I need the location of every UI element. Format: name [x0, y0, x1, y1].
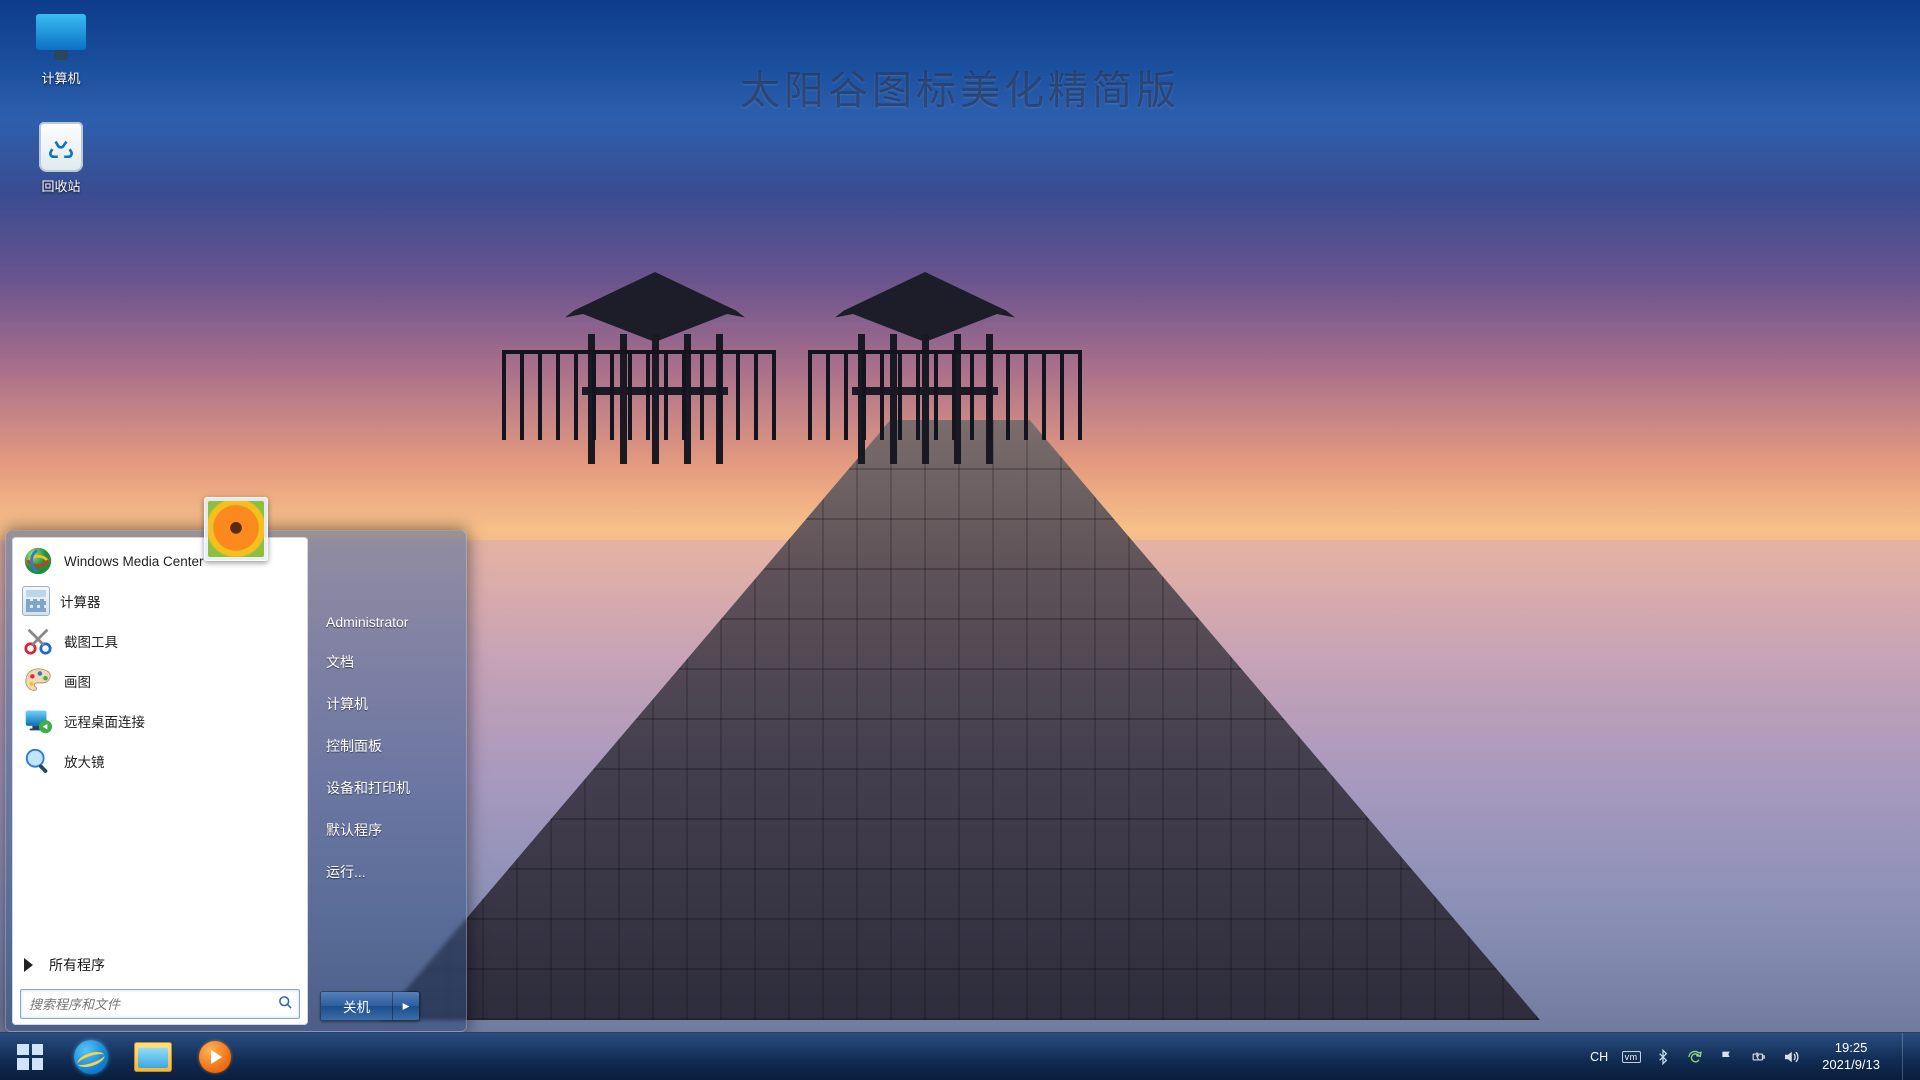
- program-calculator[interactable]: 计算器: [14, 581, 306, 621]
- wallpaper-watermark: 太阳谷图标美化精简版: [740, 58, 1180, 116]
- flower-icon: [208, 501, 264, 557]
- program-label: 放大镜: [64, 751, 105, 771]
- file-explorer-icon: [134, 1042, 172, 1072]
- scissors-icon: [22, 625, 54, 657]
- recycle-bin-icon: [39, 122, 83, 172]
- places-defaults[interactable]: 默认程序: [322, 809, 452, 851]
- start-menu-search[interactable]: [20, 989, 300, 1019]
- program-label: 远程桌面连接: [64, 711, 145, 731]
- tray-power-icon[interactable]: [1750, 1048, 1768, 1066]
- taskbar: CH vm 19:25 2021/9/13: [0, 1032, 1920, 1080]
- tray-flag-icon[interactable]: [1718, 1048, 1736, 1066]
- program-label: 画图: [64, 671, 91, 691]
- system-tray: CH vm 19:25 2021/9/13: [1576, 1033, 1920, 1080]
- places-devices[interactable]: 设备和打印机: [322, 767, 452, 809]
- tray-ime-indicator[interactable]: CH: [1590, 1050, 1608, 1064]
- places-user[interactable]: Administrator: [322, 603, 452, 641]
- program-label: Windows Media Center: [64, 554, 204, 569]
- places-computer[interactable]: 计算机: [322, 683, 452, 725]
- tray-volume-icon[interactable]: [1782, 1048, 1800, 1066]
- tray-sync-icon[interactable]: [1686, 1048, 1704, 1066]
- show-desktop-button[interactable]: [1902, 1033, 1914, 1080]
- wallpaper-pier: [380, 420, 1540, 1020]
- places-control-panel[interactable]: 控制面板: [322, 725, 452, 767]
- magnifier-icon: [22, 745, 54, 777]
- program-label: 计算器: [60, 591, 101, 611]
- program-label: 截图工具: [64, 631, 118, 651]
- palette-icon: [22, 665, 54, 697]
- start-button[interactable]: [0, 1033, 60, 1080]
- calculator-icon: [22, 586, 50, 616]
- taskbar-pin-wmp[interactable]: [184, 1033, 246, 1080]
- tray-time: 19:25: [1822, 1040, 1880, 1056]
- user-avatar[interactable]: [204, 497, 268, 561]
- desktop-icon-recycle-bin[interactable]: 回收站: [18, 122, 104, 195]
- tray-clock[interactable]: 19:25 2021/9/13: [1814, 1040, 1888, 1073]
- tray-date: 2021/9/13: [1822, 1057, 1880, 1073]
- wallpaper-rail: [502, 350, 772, 440]
- shutdown-split-button: 关机: [320, 991, 420, 1021]
- remote-desktop-icon: [22, 705, 54, 737]
- internet-explorer-icon: [74, 1040, 108, 1074]
- places-documents[interactable]: 文档: [322, 641, 452, 683]
- places-run[interactable]: 运行...: [322, 851, 452, 893]
- desktop-icon-computer[interactable]: 计算机: [18, 14, 104, 87]
- all-programs-button[interactable]: 所有程序: [14, 945, 306, 985]
- desktop-icon-label: 回收站: [18, 176, 104, 195]
- media-center-icon: [22, 545, 54, 577]
- shutdown-button[interactable]: 关机: [321, 992, 393, 1020]
- media-player-icon: [199, 1041, 231, 1073]
- windows-logo-icon: [17, 1044, 43, 1070]
- start-menu: Windows Media Center 计算器 截图工具 画图: [5, 530, 467, 1032]
- program-magnifier[interactable]: 放大镜: [14, 741, 306, 781]
- start-menu-places-pane: Administrator 文档 计算机 控制面板 设备和打印机 默认程序 运行…: [308, 531, 466, 1031]
- start-menu-programs-pane: Windows Media Center 计算器 截图工具 画图: [12, 537, 308, 1025]
- computer-icon: [36, 14, 86, 50]
- tray-vm-icon[interactable]: vm: [1622, 1048, 1640, 1066]
- taskbar-pin-explorer[interactable]: [122, 1033, 184, 1080]
- program-snipping-tool[interactable]: 截图工具: [14, 621, 306, 661]
- wallpaper-rail: [808, 350, 1078, 440]
- triangle-right-icon: [24, 958, 33, 972]
- tray-bluetooth-icon[interactable]: [1654, 1048, 1672, 1066]
- desktop-icon-label: 计算机: [18, 68, 104, 87]
- search-input[interactable]: [21, 997, 271, 1012]
- shutdown-options-arrow[interactable]: [393, 992, 419, 1020]
- taskbar-pin-ie[interactable]: [60, 1033, 122, 1080]
- search-icon: [271, 995, 299, 1014]
- program-remote-desktop[interactable]: 远程桌面连接: [14, 701, 306, 741]
- program-paint[interactable]: 画图: [14, 661, 306, 701]
- all-programs-label: 所有程序: [49, 955, 105, 975]
